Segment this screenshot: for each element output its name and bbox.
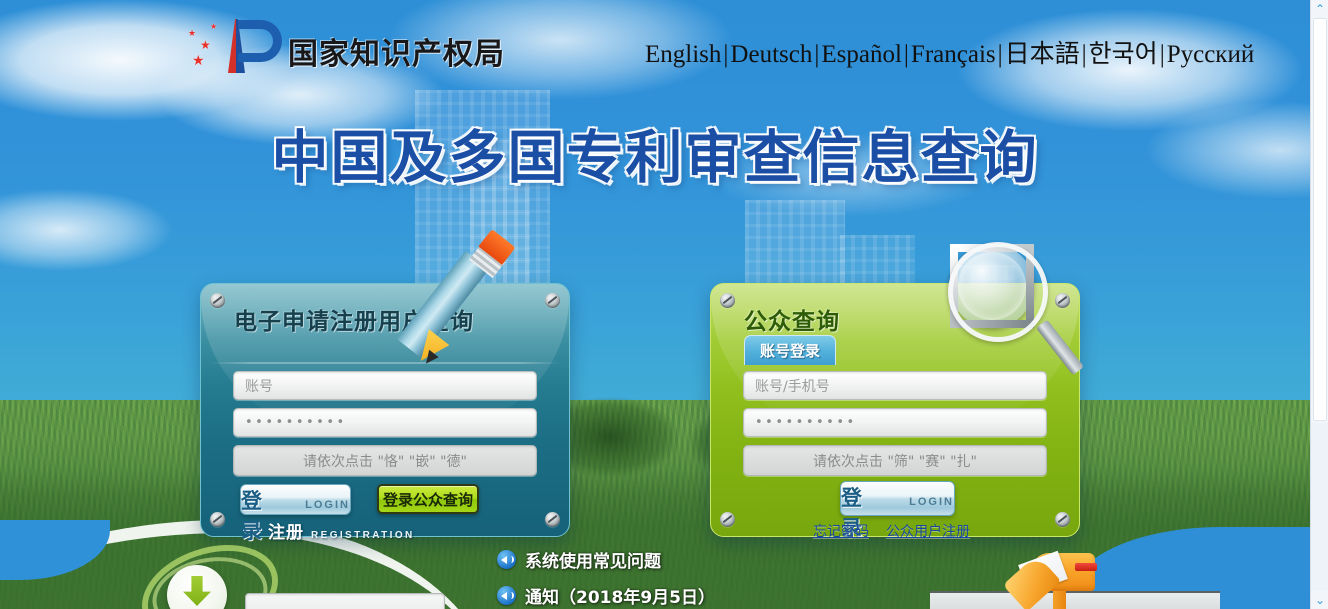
magnifier-icon [940, 236, 1084, 376]
screw-icon [545, 293, 560, 308]
star-icon: ★ [200, 38, 211, 52]
language-separator: | [997, 41, 1003, 68]
public-username-input[interactable]: 账号/手机号 [743, 371, 1047, 400]
chevron-up-icon[interactable]: ⌃ [1311, 0, 1328, 18]
language-link-5[interactable]: 日本語 [1005, 41, 1080, 68]
public-query-login-button[interactable]: 登录公众查询 [377, 484, 479, 514]
screw-icon [210, 293, 225, 308]
chevron-down-icon[interactable]: ⌄ [1311, 591, 1328, 609]
language-bar: English|Deutsch|Español|Français|日本語|한국어… [645, 34, 1254, 70]
scrollbar-thumb[interactable] [1313, 18, 1327, 421]
language-separator: | [903, 41, 909, 68]
language-separator: | [1081, 41, 1087, 68]
screw-icon [545, 512, 560, 527]
vertical-scrollbar[interactable]: ⌃ ⌄ [1310, 0, 1328, 609]
registration-label-zh: 注册 [268, 523, 304, 543]
letter-p-icon [238, 20, 282, 62]
speaker-icon [497, 550, 516, 569]
right-panel-title: 公众查询 [744, 309, 840, 335]
notice-text: 通知（2018年9月5日） [525, 588, 715, 608]
language-link-6[interactable]: 한국어 [1089, 41, 1158, 68]
screw-icon [210, 512, 225, 527]
password-mask: •••••••••• [245, 415, 347, 430]
language-separator: | [1159, 41, 1165, 68]
language-link-1[interactable]: English [645, 41, 721, 68]
eapply-captcha-input[interactable]: 请依次点击 "恪" "嵌" "德" [233, 445, 537, 476]
org-name-text: 国家知识产权局 [288, 37, 505, 72]
login-button-label-en: LOGIN [909, 496, 954, 508]
public-user-register-link[interactable]: 公众用户注册 [886, 521, 970, 541]
login-button-label-en: LOGIN [305, 499, 350, 511]
public-login-button[interactable]: 登 录 LOGIN [840, 481, 955, 540]
notice-item[interactable]: 系统使用常见问题 [497, 547, 661, 572]
page-title: 中国及多国专利审查信息查询 [271, 124, 1039, 192]
eapply-password-input[interactable]: •••••••••• [233, 408, 537, 437]
tab-account-login[interactable]: 账号登录 [744, 335, 836, 365]
forgot-password-link[interactable]: 忘记密码 [813, 521, 869, 541]
public-password-input[interactable]: •••••••••• [743, 408, 1047, 437]
speaker-icon [497, 586, 516, 605]
notice-item[interactable]: 通知（2018年9月5日） [497, 583, 715, 608]
eapply-login-button[interactable]: 登 录 LOGIN [240, 484, 351, 543]
registration-link[interactable]: 注册 REGISTRATION [268, 518, 415, 543]
screw-icon [720, 293, 735, 308]
password-mask: •••••••••• [755, 415, 857, 430]
pencil-icon [396, 229, 542, 368]
star-icon: ★ [210, 22, 218, 31]
star-icon: ★ [188, 28, 197, 38]
cnipa-logo[interactable]: ★ ★ ★ ★ 国家知识产权局 [186, 17, 504, 73]
star-icon: ★ [192, 52, 205, 68]
scrollbar-track[interactable] [1311, 423, 1328, 591]
cnipa-logo-icon: ★ ★ ★ ★ [186, 17, 282, 73]
eapply-username-input[interactable]: 账号 [233, 371, 537, 400]
language-separator: | [814, 41, 820, 68]
language-link-3[interactable]: Español [821, 41, 902, 68]
screw-icon [1055, 512, 1070, 527]
mailbox-icon [997, 541, 1107, 609]
language-link-2[interactable]: Deutsch [730, 41, 812, 68]
language-link-4[interactable]: Français [911, 41, 996, 68]
bottom-input-field[interactable] [245, 593, 445, 609]
notice-text: 系统使用常见问题 [525, 552, 661, 572]
public-captcha-input[interactable]: 请依次点击 "筛" "赛" "扎" [743, 445, 1047, 476]
language-link-7[interactable]: Русский [1167, 41, 1255, 68]
registration-label-en: REGISTRATION [311, 530, 415, 541]
screw-icon [720, 512, 735, 527]
